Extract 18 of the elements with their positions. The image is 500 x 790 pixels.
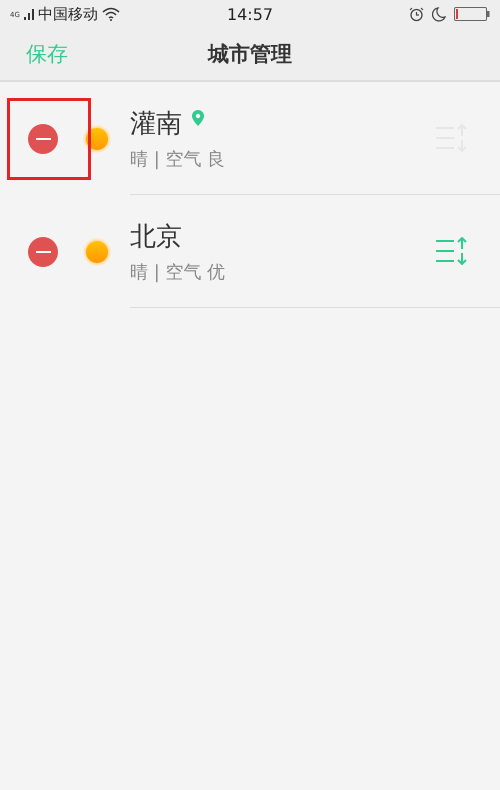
- delete-button[interactable]: [28, 124, 58, 154]
- reorder-handle-icon[interactable]: [436, 237, 468, 265]
- city-name: 北京: [130, 220, 182, 254]
- sun-icon: [82, 236, 112, 266]
- page-title: 城市管理: [208, 41, 292, 68]
- battery-icon: [454, 7, 490, 21]
- wifi-icon: [102, 7, 120, 21]
- clock: 14:57: [226, 4, 274, 24]
- weather-summary: 晴 | 空气 良: [130, 148, 226, 170]
- moon-icon: [432, 6, 446, 22]
- delete-button[interactable]: [28, 236, 58, 266]
- save-button[interactable]: 保存: [20, 36, 74, 72]
- weather-summary: 晴 | 空气 优: [130, 260, 226, 284]
- carrier-name: 中国移动: [38, 4, 98, 24]
- city-name: 灌南: [130, 108, 182, 140]
- sun-icon: [82, 124, 112, 154]
- alarm-icon: [409, 6, 424, 22]
- signal-icon: [24, 8, 34, 20]
